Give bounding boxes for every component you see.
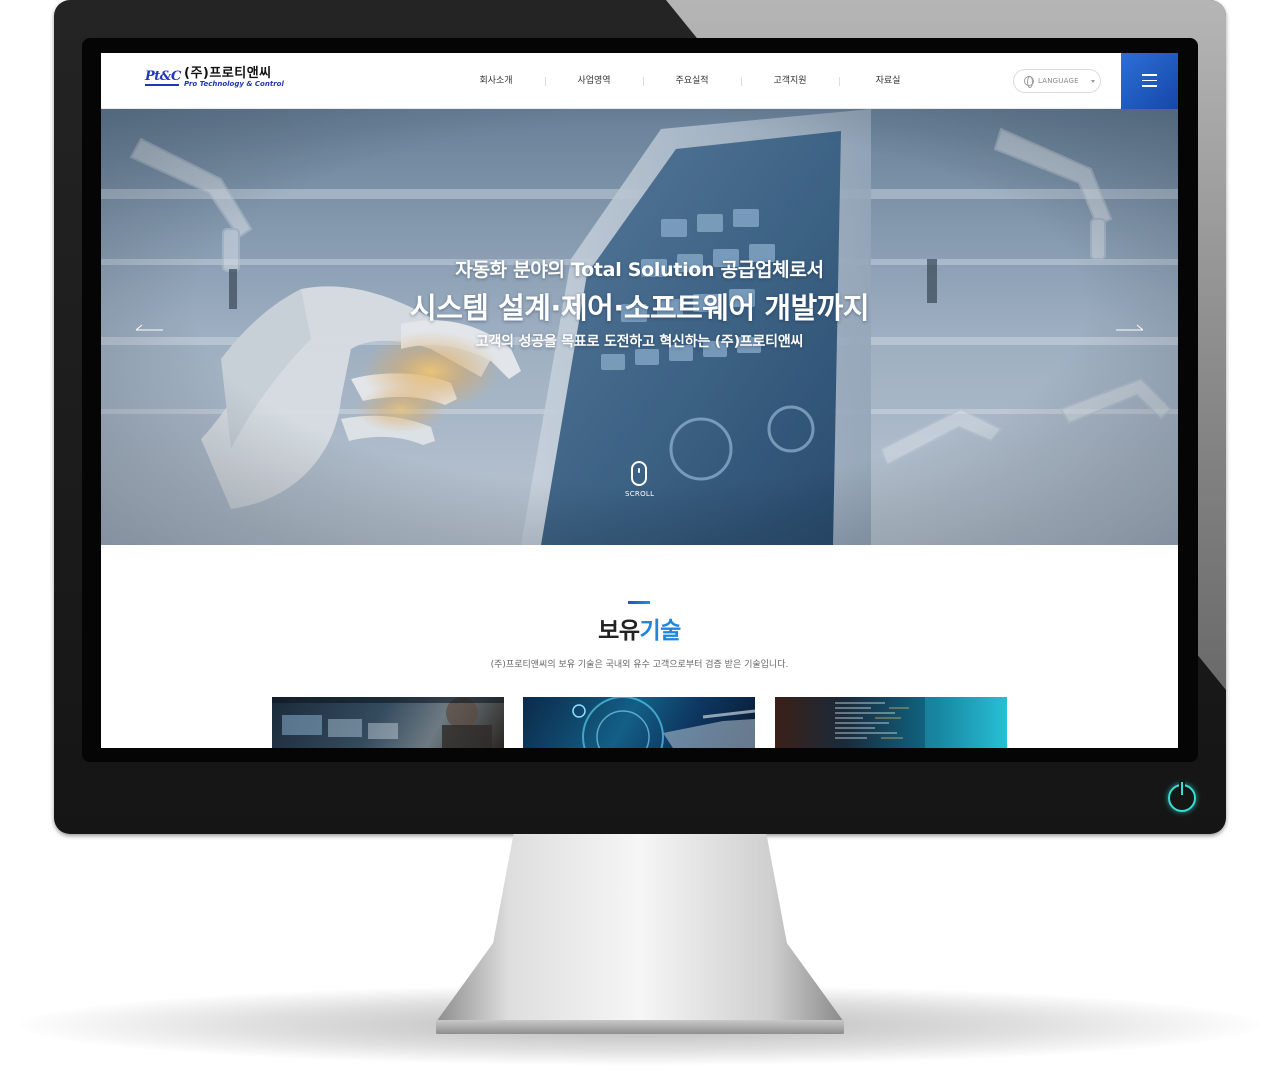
tech-section: 보유기술 (주)프로티앤씨의 보유 기술은 국내외 유수 고객으로부터 검증 받… [101,545,1178,748]
tech-card-1[interactable] [272,697,504,748]
section-description: (주)프로티앤씨의 보유 기술은 국내외 유수 고객으로부터 검증 받은 기술입… [490,660,789,670]
logo-tagline: Pro Technology & Control [184,80,284,88]
website-screen: Pt&C (주)프로티앤씨 Pro Technology & Control 회… [101,53,1178,748]
nav-item-projects[interactable]: 주요실적 [643,53,741,109]
hero-title: 시스템 설계·제어·소프트웨어 개발까지 [409,291,870,325]
logo-mark: Pt&C [145,67,181,89]
hero-caption: 고객의 성공을 목표로 도전하고 혁신하는 (주)프로티앤씨 [475,334,804,350]
site-logo[interactable]: Pt&C (주)프로티앤씨 Pro Technology & Control [145,67,284,89]
tech-card-image-3 [835,697,1007,748]
nav-item-archive[interactable]: 자료실 [839,53,937,109]
hero-subtitle: 자동화 분야의 Total Solution 공급업체로서 [455,259,824,281]
scroll-indicator[interactable]: SCROLL [625,461,655,511]
hero-banner: 자동화 분야의 Total Solution 공급업체로서 시스템 설계·제어·… [101,109,1178,545]
tech-card-image-1 [272,697,504,748]
nav-item-business[interactable]: 사업영역 [545,53,643,109]
hamburger-icon [1142,74,1157,87]
globe-icon [1024,76,1034,88]
scroll-label: SCROLL [625,490,655,498]
section-title: 보유기술 [101,611,1178,645]
monitor-stand-base [436,1020,844,1034]
monitor-mockup: Pt&C (주)프로티앤씨 Pro Technology & Control 회… [0,0,1280,1088]
mouse-icon [631,461,647,486]
site-header: Pt&C (주)프로티앤씨 Pro Technology & Control 회… [101,53,1178,109]
language-label: LANGUAGE [1038,77,1079,85]
section-title-accent: 기술 [639,618,682,644]
power-icon[interactable] [1168,782,1196,812]
menu-button[interactable] [1121,53,1178,109]
tech-card-image-2 [572,697,755,748]
logo-text: (주)프로티앤씨 Pro Technology & Control [184,67,284,89]
chevron-down-icon [1090,79,1095,83]
main-nav: 회사소개 사업영역 주요실적 고객지원 자료실 [447,53,937,109]
tech-card-2[interactable] [523,697,755,748]
language-select[interactable]: LANGUAGE [1013,69,1101,93]
hero-copy: 자동화 분야의 Total Solution 공급업체로서 시스템 설계·제어·… [101,255,1178,351]
tech-card-3[interactable] [775,697,1007,748]
section-title-main: 보유 [598,618,640,644]
title-accent-bar [628,601,650,604]
monitor-stand [436,834,844,1022]
nav-item-support[interactable]: 고객지원 [741,53,839,109]
nav-item-company[interactable]: 회사소개 [447,53,545,109]
logo-company-name: (주)프로티앤씨 [184,66,272,81]
logo-mark-text: Pt&C [145,69,181,86]
